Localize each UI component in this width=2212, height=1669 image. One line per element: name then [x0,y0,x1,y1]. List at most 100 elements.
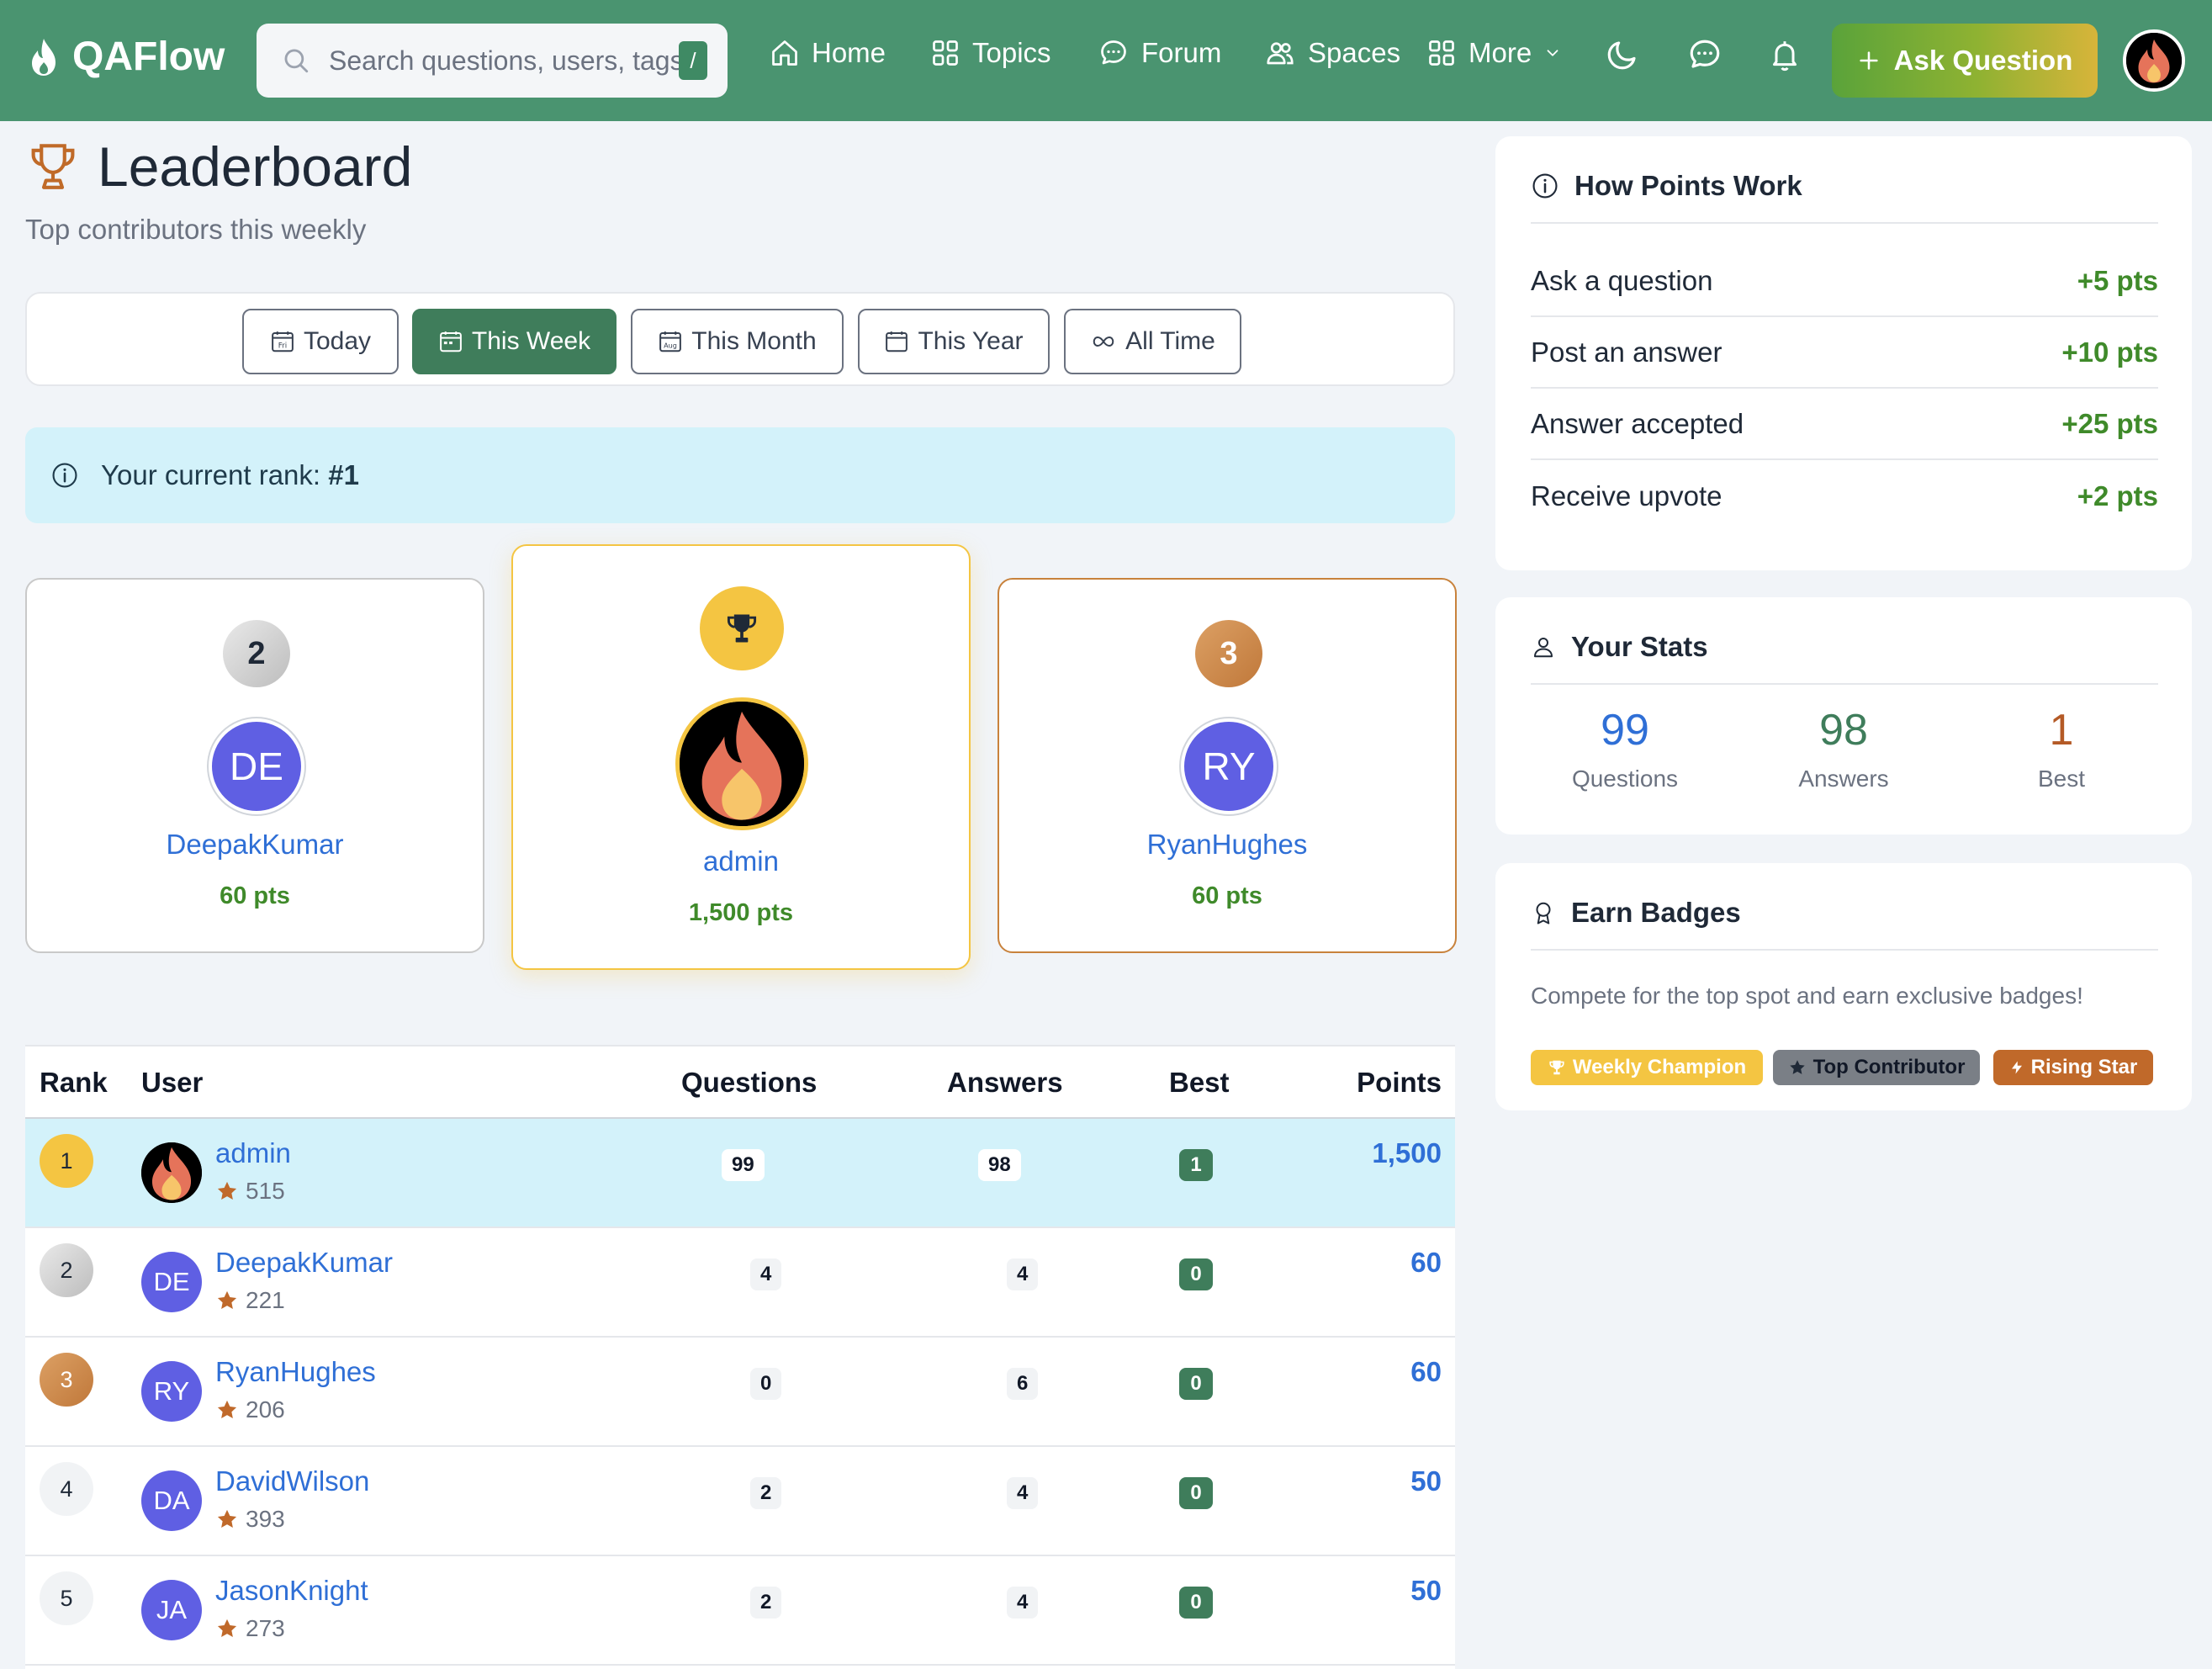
rank-alert-label: Your current rank: [101,459,321,490]
user-avatar-menu[interactable] [2123,29,2185,92]
badges-card-title: Earn Badges [1571,897,1741,928]
flame-avatar-icon [141,1142,202,1203]
home-icon [772,40,797,66]
star-icon [217,1400,237,1419]
avatar: DA [141,1470,202,1531]
search-shortcut-badge: / [679,41,707,80]
header-points: Points [1357,1067,1442,1098]
user-name-link[interactable]: DavidWilson [215,1465,369,1497]
nav-forum[interactable]: Forum [1098,37,1221,69]
stat-best-value: 1 [2049,706,2074,755]
avatar: JA [141,1580,202,1640]
avatar: RY [141,1361,202,1422]
points-value: 50 [1410,1575,1442,1606]
points-rule-label: Ask a question [1531,264,1713,296]
answers-count: 4 [1007,1587,1039,1619]
stats-card-header: Your Stats [1531,631,1708,663]
star-icon [217,1290,237,1310]
page-subtitle: Top contributors this weekly [25,214,367,245]
table-row[interactable]: 3 RY RyanHughes 206 0 6 0 60 [25,1338,1455,1447]
nav-spaces[interactable]: Spaces [1264,37,1400,69]
user-icon [1534,638,1553,658]
table-row[interactable]: 2 DE DeepakKumar 221 4 4 0 60 [25,1228,1455,1338]
filter-year-label: This Year [918,327,1024,355]
calendar-day-badge: Fri [278,342,287,351]
user-reputation-value: 393 [246,1506,285,1532]
user-reputation: 221 [215,1287,285,1314]
filter-alltime-button[interactable]: All Time [1064,309,1241,374]
stats-card-title: Your Stats [1571,631,1708,662]
user-reputation: 273 [215,1615,285,1642]
table-row[interactable]: 4 DA DavidWilson 393 2 4 0 50 [25,1447,1455,1556]
user-name-link[interactable]: DeepakKumar [215,1247,393,1279]
user-reputation: 206 [215,1396,285,1423]
nav-home-label: Home [812,37,886,68]
badge-label: Rising Star [2030,1056,2138,1078]
divider [1531,949,2158,951]
badge-weekly-champion: Weekly Champion [1531,1050,1763,1085]
filter-year-button[interactable]: This Year [858,309,1050,374]
bell-icon [1773,41,1797,72]
search-input[interactable]: Search questions, users, tags [329,45,679,77]
filter-today-button[interactable]: Fri Today [242,309,399,374]
page-title: Leaderboard [25,135,412,199]
table-row[interactable]: 5 JA JasonKnight 273 2 4 0 50 [25,1556,1455,1666]
infinity-icon [1093,336,1114,347]
podium-user-points: 60 pts [1192,882,1262,909]
nav-home[interactable]: Home [770,37,886,69]
flame-avatar-icon [680,702,804,826]
plus-icon [1860,51,1878,70]
podium-rank-badge: 2 [223,620,290,687]
header-questions: Questions [681,1067,818,1098]
user-reputation-value: 273 [246,1615,285,1641]
header-user: User [141,1067,204,1098]
nav-more-label: More [1468,37,1532,68]
star-icon [217,1619,237,1638]
badge-rising-star: Rising Star [1993,1050,2153,1085]
search-box[interactable]: Search questions, users, tags / [257,24,728,98]
points-rule-value: +25 pts [2061,407,2158,439]
filter-month-button[interactable]: Aug This Month [631,309,844,374]
dark-mode-toggle[interactable] [1605,37,1640,72]
header-answers: Answers [947,1067,1063,1098]
period-filter: Fri Today This Week Aug This Month This … [25,292,1455,386]
header-best: Best [1169,1067,1230,1098]
podium-user-name[interactable]: DeepakKumar [27,829,483,861]
current-rank-alert: Your current rank: #1 [25,427,1455,523]
brand-name: QAFlow [72,34,225,79]
nav-more-dropdown[interactable]: More [1426,37,1562,69]
calendar-icon [886,331,908,352]
podium-user-name[interactable]: admin [513,845,969,877]
flame-icon [32,38,56,76]
questions-count: 2 [750,1587,782,1619]
points-rule-value: +10 pts [2061,336,2158,368]
moon-icon [1607,41,1636,70]
stat-questions: 99 Questions [1516,705,1734,792]
user-name-link[interactable]: RyanHughes [215,1356,376,1388]
notifications-button[interactable] [1768,37,1802,72]
answers-count: 4 [1007,1258,1039,1290]
answers-count: 98 [978,1149,1021,1181]
user-name-link[interactable]: admin [215,1137,291,1169]
filter-week-button[interactable]: This Week [412,309,617,374]
header-rank: Rank [40,1067,108,1098]
filter-alltime-label: All Time [1125,327,1215,355]
ask-question-button[interactable]: Ask Question [1832,24,2098,98]
podium-user-name[interactable]: RyanHughes [999,829,1455,861]
best-count: 1 [1179,1149,1213,1181]
avatar: RY [1181,718,1277,814]
questions-count: 4 [750,1258,782,1290]
badge-top-contributor: Top Contributor [1773,1050,1980,1085]
podium-third-card: 3 RY RyanHughes 60 pts [998,578,1457,953]
user-name-link[interactable]: JasonKnight [215,1575,368,1607]
filter-today-label: Today [303,327,372,355]
answers-count: 6 [1007,1368,1039,1400]
page-heading: Leaderboard [98,135,413,198]
nav-topics[interactable]: Topics [930,37,1051,69]
messages-button[interactable] [1686,37,1723,72]
table-row[interactable]: 1 admin 515 99 98 1 1,500 [25,1119,1455,1228]
podium-second-card: 2 DE DeepakKumar 60 pts [25,578,484,953]
chat-icon [1690,40,1720,68]
badge-label: Top Contributor [1812,1056,1966,1078]
brand-logo[interactable]: QAFlow [27,34,225,80]
